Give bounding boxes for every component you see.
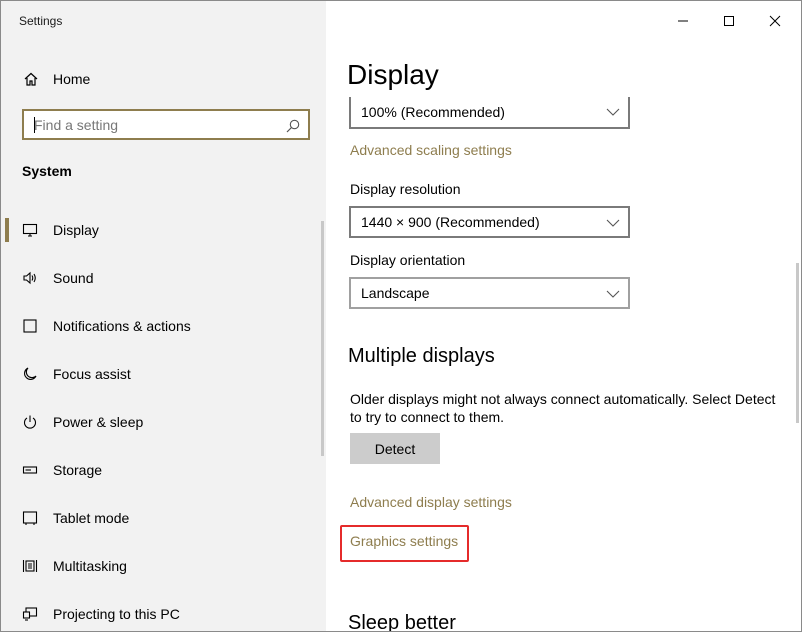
notification-icon bbox=[21, 317, 39, 335]
close-icon bbox=[769, 15, 781, 27]
sidebar-home[interactable]: Home bbox=[21, 65, 311, 93]
sidebar-item-tablet-mode[interactable]: Tablet mode bbox=[1, 494, 321, 542]
orientation-dropdown-value: Landscape bbox=[361, 285, 430, 301]
sidebar-item-label: Tablet mode bbox=[53, 510, 130, 526]
multiple-displays-description: Older displays might not always connect … bbox=[350, 391, 776, 425]
sidebar-item-label: Multitasking bbox=[53, 558, 127, 574]
multitasking-icon bbox=[21, 557, 39, 575]
storage-icon bbox=[21, 461, 39, 479]
sidebar-item-label: Focus assist bbox=[53, 366, 131, 382]
sidebar-item-display[interactable]: Display bbox=[1, 206, 321, 254]
sidebar-item-multitasking[interactable]: Multitasking bbox=[1, 542, 321, 590]
orientation-dropdown[interactable]: Landscape bbox=[349, 277, 630, 309]
sidebar-nav: Display Sound Notifications & actions Fo… bbox=[1, 206, 321, 631]
resolution-dropdown-value: 1440 × 900 (Recommended) bbox=[361, 214, 540, 230]
sidebar-item-projecting[interactable]: Projecting to this PC bbox=[1, 590, 321, 631]
scale-dropdown-value: 100% (Recommended) bbox=[361, 104, 505, 120]
chevron-down-icon bbox=[606, 105, 620, 119]
sidebar-home-label: Home bbox=[53, 71, 91, 87]
advanced-display-link[interactable]: Advanced display settings bbox=[350, 494, 512, 510]
chevron-down-icon bbox=[606, 287, 620, 301]
moon-icon bbox=[21, 365, 39, 383]
power-icon bbox=[21, 413, 39, 431]
app-title: Settings bbox=[19, 14, 63, 28]
scale-dropdown[interactable]: 100% (Recommended) bbox=[349, 97, 630, 129]
speaker-icon bbox=[21, 269, 39, 287]
sidebar-item-label: Notifications & actions bbox=[53, 318, 191, 334]
sidebar-scrollbar[interactable] bbox=[321, 221, 324, 456]
content-pane: Display 100% (Recommended) Advanced scal… bbox=[326, 1, 801, 632]
maximize-button[interactable] bbox=[706, 1, 752, 41]
sleep-better-heading: Sleep better bbox=[348, 612, 456, 632]
detect-button[interactable]: Detect bbox=[350, 433, 440, 464]
resolution-label: Display resolution bbox=[350, 181, 461, 197]
page-title: Display bbox=[347, 59, 439, 90]
search-icon[interactable] bbox=[285, 118, 301, 134]
sidebar: Settings Home System Display bbox=[1, 1, 326, 631]
chevron-down-icon bbox=[606, 216, 620, 230]
minimize-icon bbox=[678, 20, 688, 22]
sidebar-item-sound[interactable]: Sound bbox=[1, 254, 321, 302]
sidebar-item-power-sleep[interactable]: Power & sleep bbox=[1, 398, 321, 446]
home-icon bbox=[21, 69, 41, 89]
projector-icon bbox=[21, 605, 39, 623]
content-scrollbar[interactable] bbox=[796, 263, 799, 423]
sidebar-item-storage[interactable]: Storage bbox=[1, 446, 321, 494]
multiple-displays-heading: Multiple displays bbox=[348, 345, 495, 367]
sidebar-item-label: Display bbox=[53, 222, 99, 238]
sidebar-item-focus-assist[interactable]: Focus assist bbox=[1, 350, 321, 398]
sidebar-item-label: Power & sleep bbox=[53, 414, 144, 430]
maximize-icon bbox=[724, 16, 734, 26]
sidebar-item-label: Projecting to this PC bbox=[53, 606, 180, 622]
section-heading: System bbox=[22, 163, 72, 179]
search-input[interactable] bbox=[24, 116, 279, 133]
sidebar-item-label: Sound bbox=[53, 270, 94, 286]
orientation-label: Display orientation bbox=[350, 252, 466, 268]
resolution-dropdown[interactable]: 1440 × 900 (Recommended) bbox=[349, 206, 630, 238]
graphics-settings-link[interactable]: Graphics settings bbox=[350, 533, 458, 549]
close-button[interactable] bbox=[752, 1, 798, 41]
sidebar-item-notifications[interactable]: Notifications & actions bbox=[1, 302, 321, 350]
text-caret bbox=[34, 117, 35, 133]
search-box[interactable] bbox=[22, 109, 310, 140]
advanced-scaling-link[interactable]: Advanced scaling settings bbox=[350, 142, 512, 158]
settings-window: Settings Home System Display bbox=[0, 0, 802, 632]
sidebar-item-label: Storage bbox=[53, 462, 103, 478]
tablet-icon bbox=[21, 509, 39, 527]
monitor-icon bbox=[21, 221, 39, 239]
minimize-button[interactable] bbox=[660, 1, 706, 41]
